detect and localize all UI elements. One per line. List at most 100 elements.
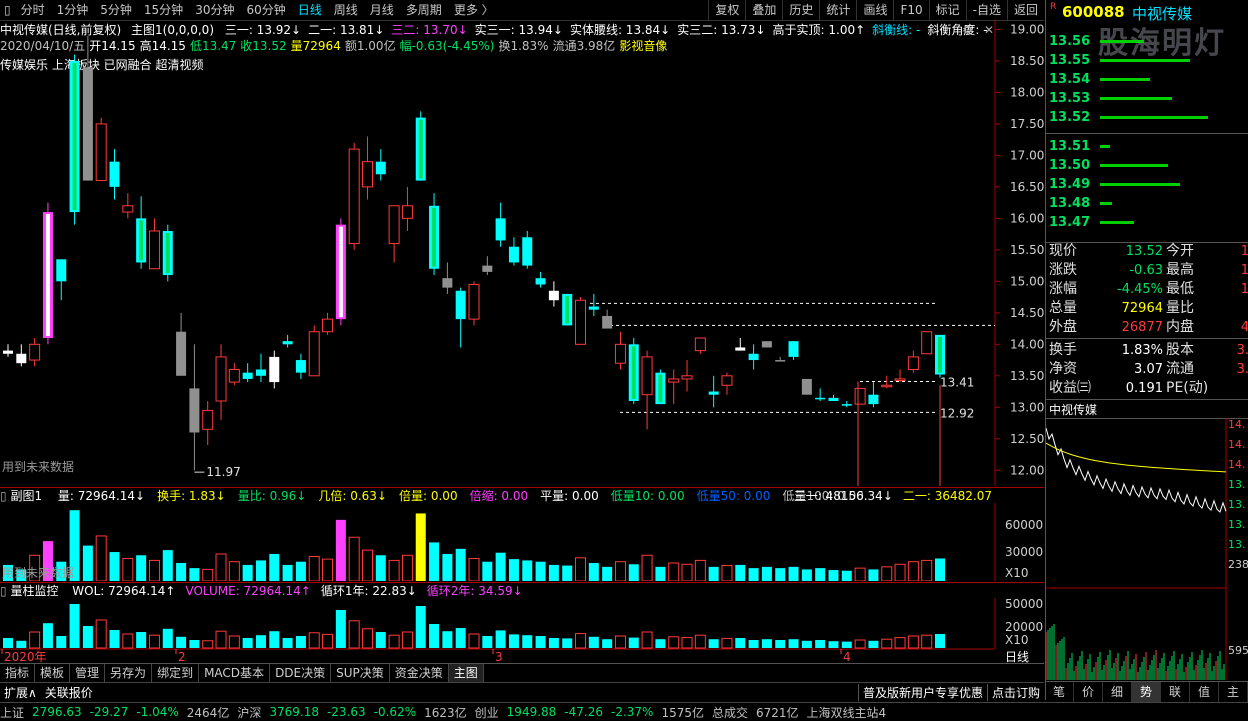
order-book-row[interactable]: 13.52 bbox=[1046, 108, 1248, 127]
indicator-button[interactable]: 管理 bbox=[70, 664, 106, 682]
wol-indicator-value: VOLUME: 72964.14↑ bbox=[185, 584, 311, 598]
volume-bar bbox=[162, 628, 173, 648]
volume-bar bbox=[668, 636, 680, 649]
candle bbox=[455, 287, 466, 348]
order-book-row[interactable]: 13.53 bbox=[1046, 89, 1248, 108]
candle bbox=[935, 334, 945, 378]
y-tick-label: 18.50 bbox=[1010, 54, 1044, 68]
quote-label: PE(动) bbox=[1166, 380, 1209, 396]
wol-indicator-value: 循环2年: 34.59↓ bbox=[426, 584, 523, 598]
expand-button[interactable]: 扩展∧ bbox=[0, 684, 41, 701]
order-book-row[interactable]: 13.56 bbox=[1046, 32, 1248, 51]
indicator-button[interactable]: 资金决策 bbox=[390, 664, 449, 682]
candle-inner bbox=[338, 226, 343, 318]
quote-tab[interactable]: 联 bbox=[1161, 682, 1190, 702]
volume-bar bbox=[348, 536, 360, 581]
y-tick-label: 13.00 bbox=[1010, 400, 1044, 414]
indicator-button[interactable]: SUP决策 bbox=[331, 664, 390, 682]
order-price: 13.53 bbox=[1049, 91, 1091, 106]
indicator-button[interactable]: MACD基本 bbox=[199, 664, 271, 682]
panel-menu-icon[interactable]: ▯ bbox=[0, 489, 7, 503]
order-price: 13.50 bbox=[1049, 158, 1091, 173]
volume-bar bbox=[468, 557, 480, 581]
period-tab[interactable]: 60分钟 bbox=[240, 0, 291, 20]
toolbar-button[interactable]: 历史 bbox=[782, 0, 819, 20]
volume-bar bbox=[907, 561, 919, 581]
candle bbox=[748, 344, 759, 370]
wol-chart[interactable]: 50000 20000X10 2020年 2 3 4 bbox=[0, 598, 1044, 663]
panel-menu-icon[interactable]: ▯ bbox=[0, 584, 7, 598]
indicator-button[interactable]: 绑定到 bbox=[152, 664, 200, 682]
order-book-row[interactable]: 13.48 bbox=[1046, 194, 1248, 213]
period-tab[interactable]: 多周期 bbox=[400, 0, 448, 20]
candle-body bbox=[748, 353, 759, 361]
quote-tab[interactable]: 价 bbox=[1074, 682, 1103, 702]
promo-link[interactable]: 普及版新用户专享优惠 bbox=[857, 683, 987, 701]
candle-body bbox=[455, 290, 466, 320]
volume-bar bbox=[668, 562, 680, 581]
quote-tab[interactable]: 值 bbox=[1190, 682, 1219, 702]
order-book-row[interactable]: 13.50 bbox=[1046, 156, 1248, 175]
order-volume-bar bbox=[1100, 116, 1208, 119]
indicator-button[interactable]: DDE决策 bbox=[270, 664, 332, 682]
status-value: 1623亿 bbox=[424, 705, 467, 720]
order-book-row[interactable]: 13.49 bbox=[1046, 175, 1248, 194]
candlestick-chart[interactable]: 19.00 18.50 18.00 17.50 17.00 16.50 16.00 15.50… bbox=[0, 20, 1044, 486]
toolbar-button[interactable]: F10 bbox=[893, 0, 928, 20]
candle bbox=[242, 363, 253, 383]
candle bbox=[602, 309, 613, 329]
quote-tab[interactable]: 主 bbox=[1219, 682, 1248, 702]
quote-tab[interactable]: 细 bbox=[1103, 682, 1132, 702]
period-tab[interactable]: 周线 bbox=[328, 0, 364, 20]
period-tab[interactable]: 更多 〉 bbox=[448, 0, 500, 20]
level-label: 12.92 bbox=[940, 406, 974, 420]
indicator-button[interactable]: 模板 bbox=[35, 664, 71, 682]
volume-bar bbox=[575, 633, 587, 649]
quote-tab[interactable]: 笔 bbox=[1045, 682, 1074, 702]
period-tab[interactable]: 分时 bbox=[15, 0, 51, 20]
candle-body bbox=[841, 404, 852, 406]
period-tab[interactable]: 30分钟 bbox=[189, 0, 240, 20]
subscribe-link[interactable]: 点击订购 bbox=[986, 683, 1044, 701]
x-axis-label: 3 bbox=[495, 650, 503, 663]
quote-value: 13.52 bbox=[1125, 244, 1163, 259]
period-tab[interactable]: 5分钟 bbox=[94, 0, 138, 20]
candle bbox=[29, 338, 41, 367]
order-book-row[interactable]: 13.55 bbox=[1046, 51, 1248, 70]
indicator-button[interactable]: 指标 bbox=[0, 664, 36, 682]
toolbar-button[interactable]: -自选 bbox=[965, 0, 1007, 20]
toolbar-button[interactable]: 画线 bbox=[856, 0, 893, 20]
candle bbox=[148, 218, 160, 270]
toolbar-button[interactable]: 返回 bbox=[1006, 0, 1044, 20]
order-book-row[interactable]: 13.54 bbox=[1046, 70, 1248, 89]
volume-bar bbox=[16, 640, 27, 648]
candle-body bbox=[668, 378, 680, 383]
indicator-button[interactable]: 另存为 bbox=[105, 664, 153, 682]
candle-body bbox=[228, 369, 240, 383]
quote-panel: R 600088 中视传媒 股海明灯 13.56 13.55 13.54 13.53 1… bbox=[1045, 0, 1248, 700]
candle bbox=[189, 344, 200, 471]
candle-body bbox=[401, 205, 413, 219]
stock-header: R 600088 中视传媒 股海明灯 bbox=[1046, 0, 1248, 61]
intraday-mini-chart[interactable]: 14. 14. 14. 13. 13. 13. 13. 238 595 bbox=[1046, 418, 1248, 680]
period-tab[interactable]: 日线 bbox=[292, 0, 328, 20]
period-tab[interactable]: 1分钟 bbox=[51, 0, 95, 20]
order-book-row[interactable]: 13.51 bbox=[1046, 137, 1248, 156]
menu-icon[interactable]: ▯ bbox=[0, 0, 15, 20]
related-quote-button[interactable]: 关联报价 bbox=[41, 684, 97, 701]
quote-tab[interactable]: 势 bbox=[1132, 682, 1161, 702]
volume-bar bbox=[335, 519, 346, 581]
period-tab[interactable]: 15分钟 bbox=[138, 0, 189, 20]
volume-bar bbox=[482, 561, 493, 581]
order-book-row[interactable]: 13.47 bbox=[1046, 213, 1248, 232]
toolbar-button[interactable]: 统计 bbox=[819, 0, 856, 20]
period-tab[interactable]: 月线 bbox=[364, 0, 400, 20]
volume-chart[interactable]: 60000 30000 X10 用到未来数据 bbox=[0, 503, 1044, 581]
toolbar-button[interactable]: 复权 bbox=[708, 0, 745, 20]
wol-panel-title[interactable]: 量柱监控 bbox=[10, 584, 58, 598]
volume-panel-title[interactable]: 副图1 bbox=[10, 489, 42, 503]
volume-bar bbox=[148, 559, 160, 581]
indicator-button[interactable]: 主图 bbox=[448, 664, 484, 682]
toolbar-button[interactable]: 标记 bbox=[928, 0, 966, 20]
toolbar-button[interactable]: 叠加 bbox=[745, 0, 782, 20]
